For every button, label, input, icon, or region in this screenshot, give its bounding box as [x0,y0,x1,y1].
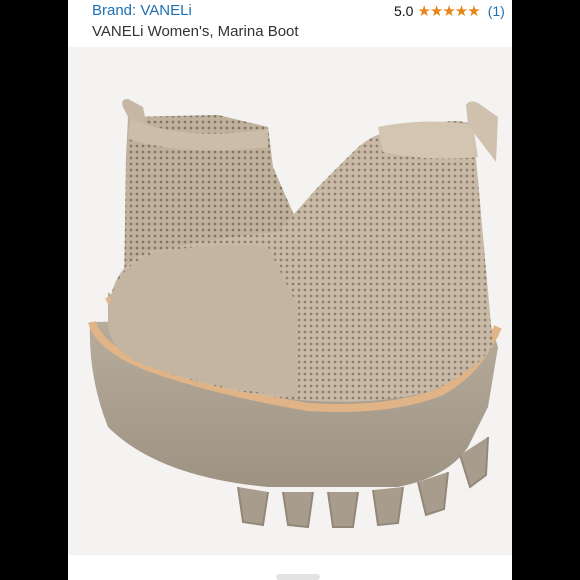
product-screen: Brand: VANELi 5.0 ★★★★★ (1) VANELi Women… [68,0,512,580]
review-count-link[interactable]: (1) [488,3,505,19]
scroll-indicator [276,574,320,580]
screen-bezel-right [512,0,580,580]
boot-photo [88,99,502,529]
rating-summary[interactable]: 5.0 ★★★★★ (1) [394,2,505,20]
product-image[interactable] [68,47,512,555]
brand-link[interactable]: Brand: VANELi [92,2,192,19]
rating-value: 5.0 [394,3,414,19]
product-title: VANELi Women's, Marina Boot [92,23,299,40]
star-rating-icon: ★★★★★ [417,3,480,20]
